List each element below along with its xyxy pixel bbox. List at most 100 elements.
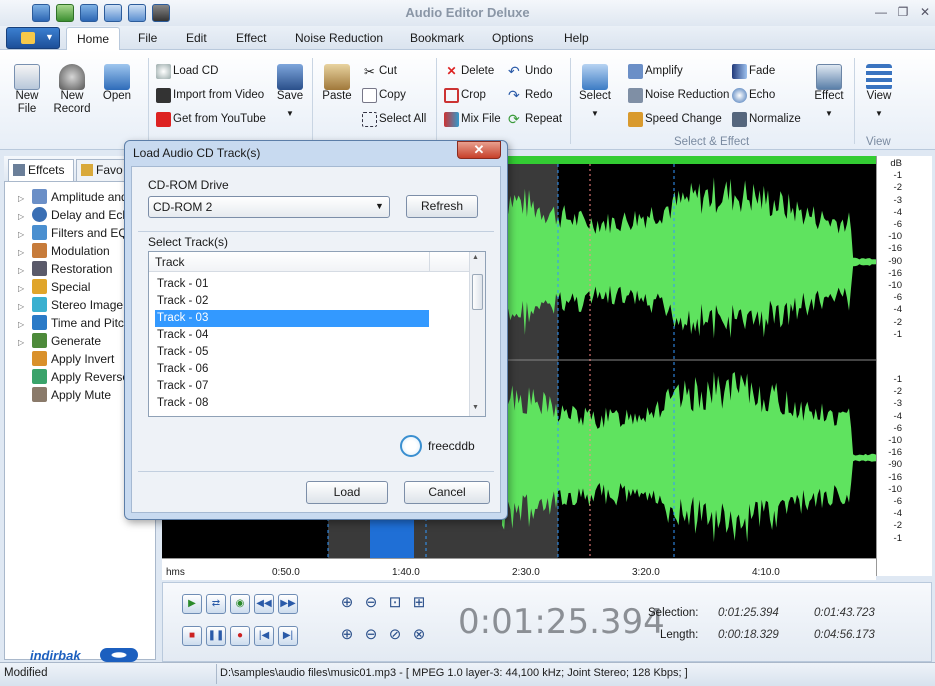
scroll-thumb[interactable]: [472, 274, 483, 310]
save-button[interactable]: Save ▼: [274, 64, 306, 120]
cdrom-select[interactable]: CD-ROM 2 ▼: [148, 196, 390, 218]
status-file-info: D:\samples\audio files\music01.mp3 - [ M…: [220, 667, 688, 679]
tab-options[interactable]: Options: [492, 31, 533, 45]
zoom-right-icon[interactable]: ⊗: [410, 626, 428, 644]
app-menu-button[interactable]: ▼: [6, 27, 60, 49]
status-mode: Modified: [4, 667, 48, 679]
scroll-down-icon[interactable]: ▼: [472, 404, 479, 411]
db-label: -2: [893, 182, 902, 194]
film-icon: [156, 88, 171, 103]
tab-noise-reduction[interactable]: Noise Reduction: [295, 31, 383, 45]
db-label: -2: [893, 520, 902, 532]
delete-icon: ✕: [446, 64, 457, 78]
new-record-button[interactable]: New Record: [52, 64, 92, 116]
scissors-icon: ✂: [364, 64, 375, 79]
pause-button[interactable]: ❚❚: [206, 626, 226, 646]
expand-icon[interactable]: ▷: [18, 190, 28, 206]
track-row[interactable]: Track - 04: [155, 327, 429, 344]
new-file-button[interactable]: New File: [10, 64, 44, 116]
cancel-button[interactable]: Cancel: [404, 481, 490, 504]
microphone-icon: [59, 64, 85, 90]
go-start-button[interactable]: |◀: [254, 626, 274, 646]
expand-icon[interactable]: ▷: [18, 208, 28, 224]
play-button[interactable]: ▶: [182, 594, 202, 614]
track-row[interactable]: Track - 06: [155, 361, 429, 378]
loop-button[interactable]: ⇄: [206, 594, 226, 614]
expand-icon[interactable]: ▷: [18, 226, 28, 242]
expand-icon[interactable]: ▷: [18, 262, 28, 278]
echo-icon: [732, 88, 747, 103]
dialog-close-button[interactable]: ✕: [457, 141, 501, 159]
track-list-scrollbar[interactable]: ▲ ▼: [469, 252, 485, 416]
track-list[interactable]: Track ▲ ▼ Track - 01 Track - 02 Track - 03…: [148, 251, 486, 417]
stop-button[interactable]: ■: [182, 626, 202, 646]
tab-favorites-label: Favo: [96, 163, 123, 177]
track-row[interactable]: Track - 07: [155, 378, 429, 395]
new-file-label: New File: [15, 90, 39, 115]
zoom-selection-icon[interactable]: ⊡: [386, 594, 404, 612]
freecddb-icon[interactable]: [400, 435, 422, 457]
close-icon[interactable]: ✕: [916, 5, 934, 19]
tab-edit[interactable]: Edit: [186, 31, 207, 45]
zoom-left-icon[interactable]: ⊘: [386, 626, 404, 644]
track-row[interactable]: Track - 08: [155, 395, 429, 412]
select-button[interactable]: Select ▼: [578, 64, 612, 120]
record-button[interactable]: ●: [230, 626, 250, 646]
expand-icon[interactable]: ▷: [18, 316, 28, 332]
view-button[interactable]: View ▼: [862, 64, 896, 120]
view-icon: [866, 64, 892, 90]
track-rows: Track - 01 Track - 02 Track - 03 Track - 04…: [149, 276, 469, 416]
db-label: -3: [893, 398, 902, 410]
tab-file[interactable]: File: [138, 31, 157, 45]
copy-icon: [362, 88, 377, 103]
minimize-icon[interactable]: —: [872, 5, 890, 19]
track-row[interactable]: Track - 01: [155, 276, 429, 293]
open-button[interactable]: Open: [100, 64, 134, 103]
length-label: Length:: [660, 629, 699, 641]
expand-icon[interactable]: ▷: [18, 244, 28, 260]
expand-icon[interactable]: ▷: [18, 280, 28, 296]
tab-home[interactable]: Home: [66, 27, 120, 51]
zoom-out-icon[interactable]: ⊖: [362, 594, 380, 612]
effect-button[interactable]: Effect ▼: [812, 64, 846, 120]
tab-effect[interactable]: Effect: [236, 31, 266, 45]
zoom-all-icon[interactable]: ⊞: [410, 594, 428, 612]
repeat-icon: ⟳: [508, 111, 520, 127]
go-end-button[interactable]: ▶|: [278, 626, 298, 646]
zoom-in-icon[interactable]: ⊕: [338, 594, 356, 612]
expand-icon[interactable]: ▷: [18, 334, 28, 350]
tab-bookmark[interactable]: Bookmark: [410, 31, 464, 45]
expand-icon[interactable]: ▷: [18, 298, 28, 314]
fast-forward-button[interactable]: ▶▶: [278, 594, 298, 614]
chevron-down-icon: ▼: [875, 109, 883, 118]
load-button[interactable]: Load: [306, 481, 388, 504]
restore-icon[interactable]: ❐: [894, 5, 912, 19]
import-video-label: Import from Video: [173, 89, 265, 101]
db-label: -2: [893, 316, 902, 328]
ribbon-separator: [312, 58, 313, 144]
db-label: -4: [893, 410, 902, 422]
ribbon-separator: [436, 58, 437, 144]
tab-effects[interactable]: Effcets: [8, 159, 74, 181]
invert-icon: [32, 351, 47, 366]
zoom-in-vertical-icon[interactable]: ⊕: [338, 626, 356, 644]
scroll-up-icon[interactable]: ▲: [472, 254, 479, 261]
play-selection-button[interactable]: ◉: [230, 594, 250, 614]
db-label: -3: [893, 194, 902, 206]
timeline-label: 4:10.0: [752, 567, 780, 578]
speed-icon: [628, 112, 643, 127]
track-row[interactable]: Track - 02: [155, 293, 429, 310]
zoom-out-vertical-icon[interactable]: ⊖: [362, 626, 380, 644]
tab-help[interactable]: Help: [564, 31, 589, 45]
db-label: -90: [888, 459, 902, 471]
track-list-header[interactable]: Track: [149, 252, 469, 272]
rewind-button[interactable]: ◀◀: [254, 594, 274, 614]
track-row[interactable]: Track - 03: [155, 310, 429, 327]
paste-button[interactable]: Paste: [320, 64, 354, 103]
freecddb-link[interactable]: freecddb: [428, 439, 475, 453]
column-divider[interactable]: [429, 252, 430, 272]
db-label: -6: [893, 292, 902, 304]
tree-item-label: Restoration: [51, 262, 113, 276]
track-row[interactable]: Track - 05: [155, 344, 429, 361]
refresh-button[interactable]: Refresh: [406, 195, 478, 218]
